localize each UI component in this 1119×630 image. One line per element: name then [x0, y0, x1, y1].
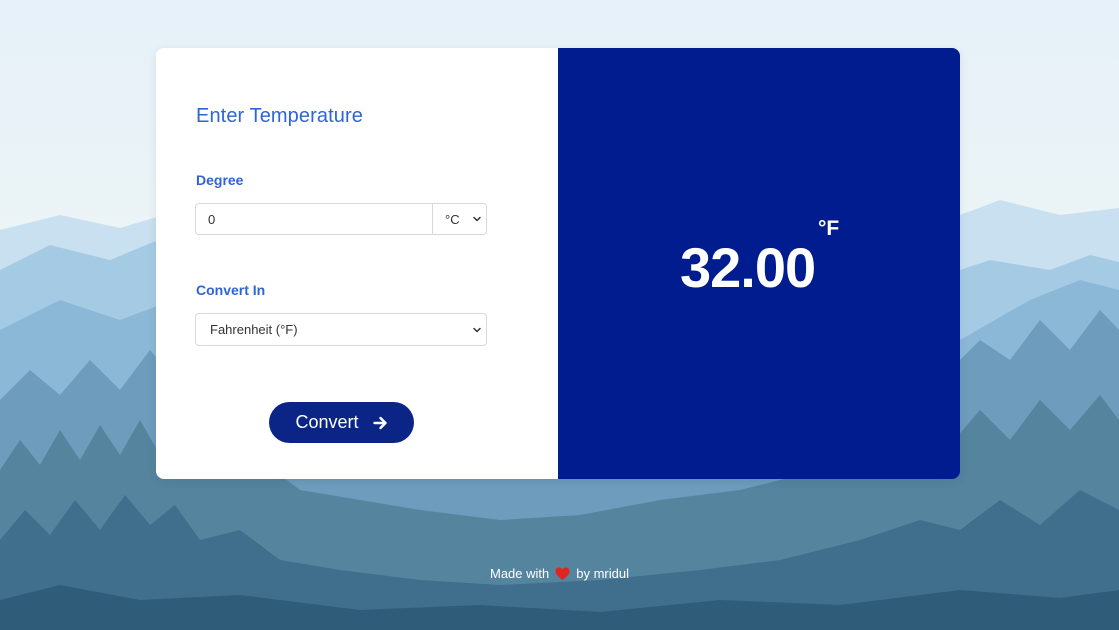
result-panel: 32.00 °F — [558, 48, 960, 479]
result-value: 32.00 — [680, 236, 816, 299]
convert-in-select[interactable]: Fahrenheit (°F) — [195, 313, 487, 346]
unit-select[interactable]: °C — [432, 204, 486, 234]
form-heading: Enter Temperature — [196, 105, 363, 127]
convert-in-select-value: Fahrenheit (°F) — [210, 322, 298, 337]
unit-select-value: °C — [445, 211, 460, 227]
arrow-right-icon — [372, 416, 387, 429]
degree-input[interactable]: 0 — [196, 204, 432, 234]
chevron-down-icon — [473, 327, 481, 333]
footer-made-with: Made with — [490, 566, 550, 581]
footer-author: by mridul — [576, 566, 629, 581]
convert-in-label: Convert In — [196, 282, 266, 298]
degree-label: Degree — [196, 172, 244, 188]
heart-icon — [555, 567, 570, 584]
input-panel: Enter Temperature Degree 0 °C Convert In… — [156, 48, 558, 479]
convert-button[interactable]: Convert — [269, 402, 414, 443]
result-unit: °F — [818, 217, 840, 240]
chevron-down-icon — [473, 216, 481, 222]
footer: Made with by mridul — [0, 566, 1119, 584]
converter-card: Enter Temperature Degree 0 °C Convert In… — [156, 48, 960, 479]
convert-button-label: Convert — [295, 412, 359, 432]
degree-input-group: 0 °C — [195, 203, 487, 235]
